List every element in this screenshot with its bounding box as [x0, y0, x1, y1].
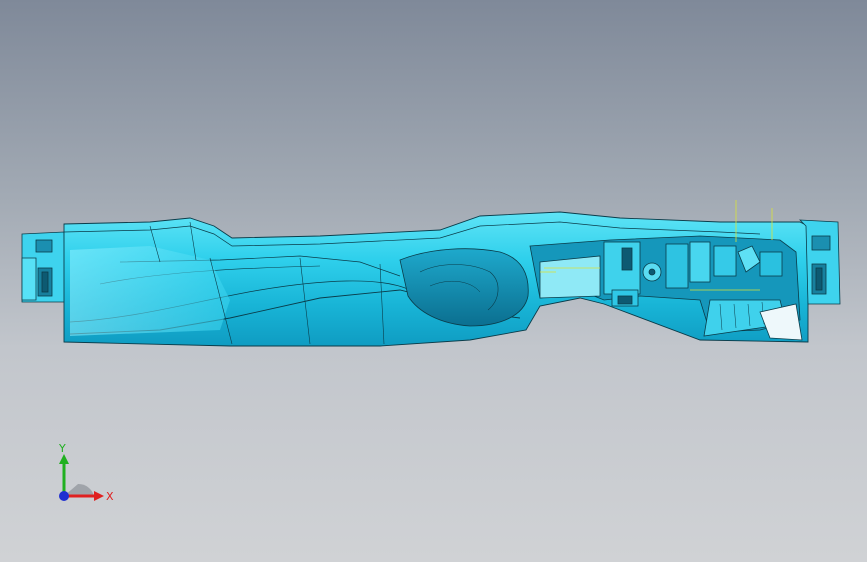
y-axis-arrow	[59, 454, 69, 496]
z-axis-dot	[59, 491, 69, 501]
door-handle-model[interactable]	[0, 0, 867, 562]
graphics-viewport[interactable]: Y X	[0, 0, 867, 562]
reference-triad: Y X	[44, 438, 124, 518]
y-axis-label: Y	[58, 442, 66, 455]
left-end-bracket	[21, 231, 67, 303]
x-axis-label: X	[106, 490, 114, 503]
